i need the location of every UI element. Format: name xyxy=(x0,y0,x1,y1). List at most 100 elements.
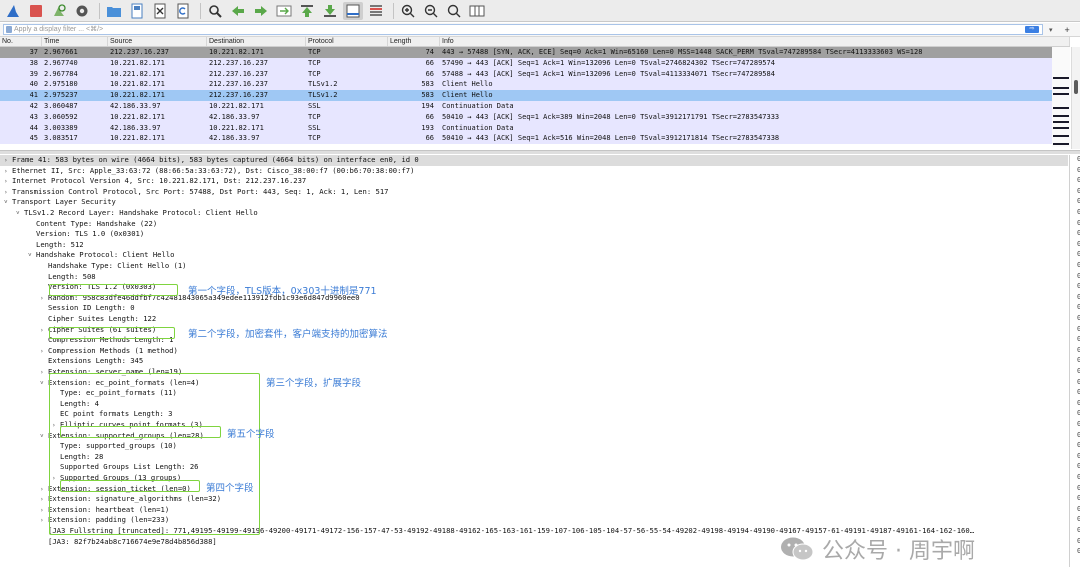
tree-expander-icon[interactable]: › xyxy=(40,294,48,305)
packet-protocol: SSL xyxy=(308,101,321,110)
packet-row[interactable]: 41 2.975237 10.221.82.171 212.237.16.237 TLS… xyxy=(0,90,1070,101)
tree-expander-icon[interactable]: ˅ xyxy=(28,251,36,262)
detail-tree-item[interactable]: Handshake Type: Client Hello (1) xyxy=(0,261,186,272)
add-filter-button[interactable]: + xyxy=(1065,25,1070,35)
pane-splitter[interactable] xyxy=(0,150,1080,154)
toolbar-separator xyxy=(99,2,100,19)
bookmark-icon[interactable] xyxy=(6,26,12,33)
detail-tree-item[interactable]: [JA3: 82f7b24ab8c716674e9e78d4b856d388] xyxy=(0,537,217,548)
tree-expander-icon[interactable]: ˅ xyxy=(4,198,12,209)
packet-list-scrollbar[interactable] xyxy=(1071,47,1080,149)
go-forward-icon[interactable] xyxy=(251,2,271,20)
packet-length: 74 xyxy=(425,48,434,56)
packet-minimap[interactable] xyxy=(1052,47,1070,147)
detail-tree-item[interactable]: Length: 512 xyxy=(0,240,84,251)
tree-expander-icon[interactable]: ˅ xyxy=(40,432,48,443)
column-header-time[interactable]: Time xyxy=(42,37,108,46)
packet-info: Continuation Data xyxy=(442,101,514,110)
detail-tree-item[interactable]: Cipher Suites Length: 122 xyxy=(0,314,156,325)
tree-expander-icon[interactable]: › xyxy=(4,156,12,167)
packet-row[interactable]: 40 2.975180 10.221.82.171 212.237.16.237 TLS… xyxy=(0,79,1070,91)
last-packet-icon[interactable] xyxy=(320,2,340,20)
stop-icon[interactable] xyxy=(26,2,46,20)
column-header-no[interactable]: No. xyxy=(0,37,42,46)
detail-tree-item[interactable]: Extensions Length: 345 xyxy=(0,356,143,367)
packet-destination: 212.237.16.237 xyxy=(209,80,269,89)
tree-expander-icon[interactable]: › xyxy=(4,188,12,199)
packet-length: 66 xyxy=(425,69,434,78)
detail-tree-item[interactable]: ˅ TLSv1.2 Record Layer: Handshake Protoco… xyxy=(0,208,258,219)
packet-destination: 212.237.16.237 xyxy=(209,69,269,78)
go-back-icon[interactable] xyxy=(228,2,248,20)
apply-filter-arrow-icon[interactable]: ⇨ xyxy=(1025,26,1039,33)
detail-tree-item[interactable]: › Internet Protocol Version 4, Src: 10.22… xyxy=(0,176,306,187)
tree-expander-icon[interactable]: › xyxy=(40,368,48,379)
packet-row[interactable]: 39 2.967784 10.221.82.171 212.237.16.237 TCP… xyxy=(0,68,1070,80)
shark-fin-icon[interactable] xyxy=(3,2,23,20)
colorize-icon[interactable] xyxy=(366,2,386,20)
column-header-info[interactable]: Info xyxy=(440,37,1070,46)
normal-size-icon[interactable] xyxy=(444,2,464,20)
packet-protocol: SSL xyxy=(308,123,321,132)
packet-length: 66 xyxy=(425,112,434,121)
display-filter-input[interactable]: Apply a display filter ... <⌘/> ⇨ xyxy=(3,24,1043,35)
packet-row[interactable]: 45 3.083517 10.221.82.171 42.186.33.97 TCP 66… xyxy=(0,133,1070,145)
packet-no: 43 xyxy=(29,112,38,121)
packet-row[interactable]: 37 2.967661 212.237.16.237 10.221.82.171 TCP… xyxy=(0,47,1070,58)
packet-source: 42.186.33.97 xyxy=(110,101,161,110)
zoom-in-icon[interactable] xyxy=(398,2,418,20)
detail-tree-item[interactable]: › Ethernet II, Src: Apple_33:63:72 (88:66… xyxy=(0,166,414,177)
autoscroll-icon[interactable] xyxy=(343,1,363,20)
packet-row[interactable]: 42 3.060487 42.186.33.97 10.221.82.171 SSL 19… xyxy=(0,100,1070,112)
detail-tree-item[interactable]: › Compression Methods (1 method) xyxy=(0,346,178,357)
options-gear-icon[interactable] xyxy=(72,2,92,20)
restart-icon[interactable] xyxy=(49,2,69,20)
detail-tree-item[interactable]: Version: TLS 1.0 (0x0301) xyxy=(0,229,144,240)
tree-expander-icon[interactable]: › xyxy=(4,177,12,188)
packet-row[interactable]: 38 2.967740 10.221.82.171 212.237.16.237 TCP… xyxy=(0,57,1070,69)
reload-icon[interactable] xyxy=(173,2,193,20)
minimap-line xyxy=(1053,107,1069,109)
save-file-icon[interactable] xyxy=(127,2,147,20)
detail-tree-item[interactable]: › Frame 41: 583 bytes on wire (4664 bits)… xyxy=(0,155,1068,166)
packet-source: 10.221.82.171 xyxy=(110,91,165,100)
column-header-destination[interactable]: Destination xyxy=(207,37,306,46)
packet-time: 2.967740 xyxy=(44,58,78,67)
tree-expander-icon[interactable]: › xyxy=(40,506,48,517)
detail-tree-item[interactable]: ˅ Transport Layer Security xyxy=(0,197,116,208)
annotation-field-2: 第二个字段，加密套件，客户端支持的加密算法 xyxy=(188,329,388,340)
packet-time: 3.060592 xyxy=(44,112,78,121)
close-file-icon[interactable] xyxy=(150,2,170,20)
tree-expander-icon[interactable]: ˅ xyxy=(40,379,48,390)
tree-expander-icon[interactable]: › xyxy=(4,167,12,178)
filter-dropdown-icon[interactable]: ▾ xyxy=(1049,26,1053,34)
column-header-source[interactable]: Source xyxy=(108,37,207,46)
packet-info: 50410 → 443 [ACK] Seq=1 Ack=389 Win=2048… xyxy=(442,112,780,121)
tree-expander-icon[interactable]: › xyxy=(40,485,48,496)
detail-tree-item[interactable]: ˅ Handshake Protocol: Client Hello xyxy=(0,250,174,261)
column-header-protocol[interactable]: Protocol xyxy=(306,37,388,46)
tree-expander-icon[interactable]: › xyxy=(40,347,48,358)
detail-tree-item[interactable]: Length: 508 xyxy=(0,272,96,283)
packet-destination: 10.221.82.171 xyxy=(209,48,264,56)
tree-expander-icon[interactable]: › xyxy=(40,516,48,527)
packet-row[interactable]: 44 3.003389 42.186.33.97 10.221.82.171 SSL 19… xyxy=(0,122,1070,134)
tree-expander-icon[interactable]: › xyxy=(40,495,48,506)
first-packet-icon[interactable] xyxy=(297,2,317,20)
main-toolbar xyxy=(0,0,1080,22)
go-to-packet-icon[interactable] xyxy=(274,2,294,20)
resize-columns-icon[interactable] xyxy=(467,2,487,20)
detail-tree-item[interactable]: Content Type: Handshake (22) xyxy=(0,219,157,230)
detail-tree-item[interactable]: Session ID Length: 0 xyxy=(0,303,135,314)
find-icon[interactable] xyxy=(205,2,225,20)
packet-protocol: TCP xyxy=(308,69,321,78)
packet-row[interactable]: 43 3.060592 10.221.82.171 42.186.33.97 TCP 66… xyxy=(0,111,1070,123)
open-folder-icon[interactable] xyxy=(104,2,124,20)
zoom-out-icon[interactable] xyxy=(421,2,441,20)
packet-destination: 212.237.16.237 xyxy=(209,91,269,100)
detail-tree-item[interactable]: › Transmission Control Protocol, Src Port… xyxy=(0,187,388,198)
column-header-length[interactable]: Length xyxy=(388,37,440,46)
scrollbar-thumb[interactable] xyxy=(1074,80,1078,94)
tree-expander-icon[interactable]: › xyxy=(40,326,48,337)
tree-expander-icon[interactable]: ˅ xyxy=(16,209,24,220)
